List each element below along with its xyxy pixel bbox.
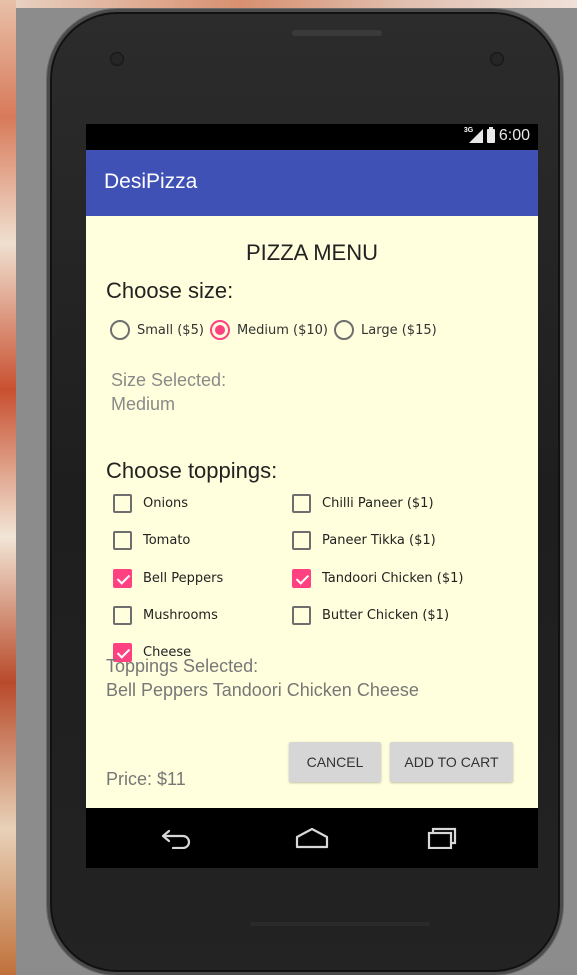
onions-label[interactable]: Onions [143,496,188,511]
bell-peppers-label[interactable]: Bell Peppers [143,571,223,586]
device-screen: 3G 6:00 DesiPizza PIZZA MENU Choose size… [86,124,538,868]
chilli-paneer-checkbox[interactable] [292,494,311,513]
app-bar: DesiPizza [86,150,538,216]
radio-small-indicator[interactable] [110,320,130,340]
bell-peppers-checkbox[interactable] [113,569,132,588]
radio-large-indicator[interactable] [334,320,355,340]
size-heading: Choose size: [106,278,234,303]
tomato-checkbox[interactable] [113,531,132,550]
earpiece-speaker [292,30,382,36]
size-selected-text: Size Selected: Medium [111,368,226,416]
topping-bell-peppers[interactable]: Bell Peppers [113,569,223,588]
front-camera [490,52,504,66]
onions-checkbox[interactable] [113,494,132,513]
size-radio-group: Small ($5) Medium ($10) Large ($15) [110,320,443,340]
bottom-speaker [250,922,430,926]
mushrooms-checkbox[interactable] [113,606,132,625]
paneer-tikka-checkbox[interactable] [292,531,311,550]
size-selected-label: Size Selected: [111,370,227,390]
topping-onions[interactable]: Onions [113,494,188,513]
app-title: DesiPizza [104,170,198,193]
battery-icon [486,127,495,143]
tomato-label[interactable]: Tomato [143,533,190,548]
radio-medium-indicator[interactable] [209,320,230,340]
add-to-cart-button[interactable]: ADD TO CART [390,742,513,782]
status-icons: 3G 6:00 [464,127,530,145]
status-time: 6:00 [498,127,530,144]
background-photo-edge [0,0,16,975]
front-sensor-left [110,52,124,66]
radio-large-label[interactable]: Large ($15) [361,323,437,338]
size-option-large[interactable]: Large ($15) [334,320,437,340]
toppings-selected-value: Bell Peppers Tandoori Chicken Cheese [106,680,419,700]
topping-chilli-paneer[interactable]: Chilli Paneer ($1) [292,494,434,513]
mushrooms-label[interactable]: Mushrooms [143,608,218,623]
pizza-menu-content: PIZZA MENU Choose size: Small ($5) Mediu… [86,216,538,808]
cancel-button[interactable]: CANCEL [289,742,381,782]
toppings-heading: Choose toppings: [106,458,278,483]
toppings-selected-text: Toppings Selected: Bell Peppers Tandoori… [106,654,419,702]
status-bar: 3G 6:00 [86,124,538,150]
topping-mushrooms[interactable]: Mushrooms [113,606,218,625]
back-arrow-icon[interactable] [157,824,197,852]
tandoori-chicken-label[interactable]: Tandoori Chicken ($1) [322,571,463,586]
navigation-bar [86,808,538,868]
butter-chicken-label[interactable]: Butter Chicken ($1) [322,608,449,623]
tandoori-chicken-checkbox[interactable] [292,569,311,588]
price-label: Price: $11 [106,769,186,789]
recents-icon[interactable] [422,824,462,852]
radio-small-label[interactable]: Small ($5) [137,323,204,338]
butter-chicken-checkbox[interactable] [292,606,311,625]
signal-icon: 3G [464,127,483,143]
toppings-selected-label: Toppings Selected: [106,656,259,676]
size-option-medium[interactable]: Medium ($10) [209,320,328,340]
topping-tomato[interactable]: Tomato [113,531,190,550]
home-icon[interactable] [292,824,332,852]
topping-tandoori-chicken[interactable]: Tandoori Chicken ($1) [292,569,463,588]
topping-paneer-tikka[interactable]: Paneer Tikka ($1) [292,531,436,550]
background-photo-top [16,0,577,8]
page-title: PIZZA MENU [245,240,378,265]
emulator-stage: 3G 6:00 DesiPizza PIZZA MENU Choose size… [16,8,577,975]
topping-butter-chicken[interactable]: Butter Chicken ($1) [292,606,449,625]
paneer-tikka-label[interactable]: Paneer Tikka ($1) [322,533,436,548]
size-selected-value: Medium [111,394,176,414]
radio-medium-label[interactable]: Medium ($10) [237,323,328,338]
size-option-small[interactable]: Small ($5) [110,320,204,340]
chilli-paneer-label[interactable]: Chilli Paneer ($1) [322,496,434,511]
